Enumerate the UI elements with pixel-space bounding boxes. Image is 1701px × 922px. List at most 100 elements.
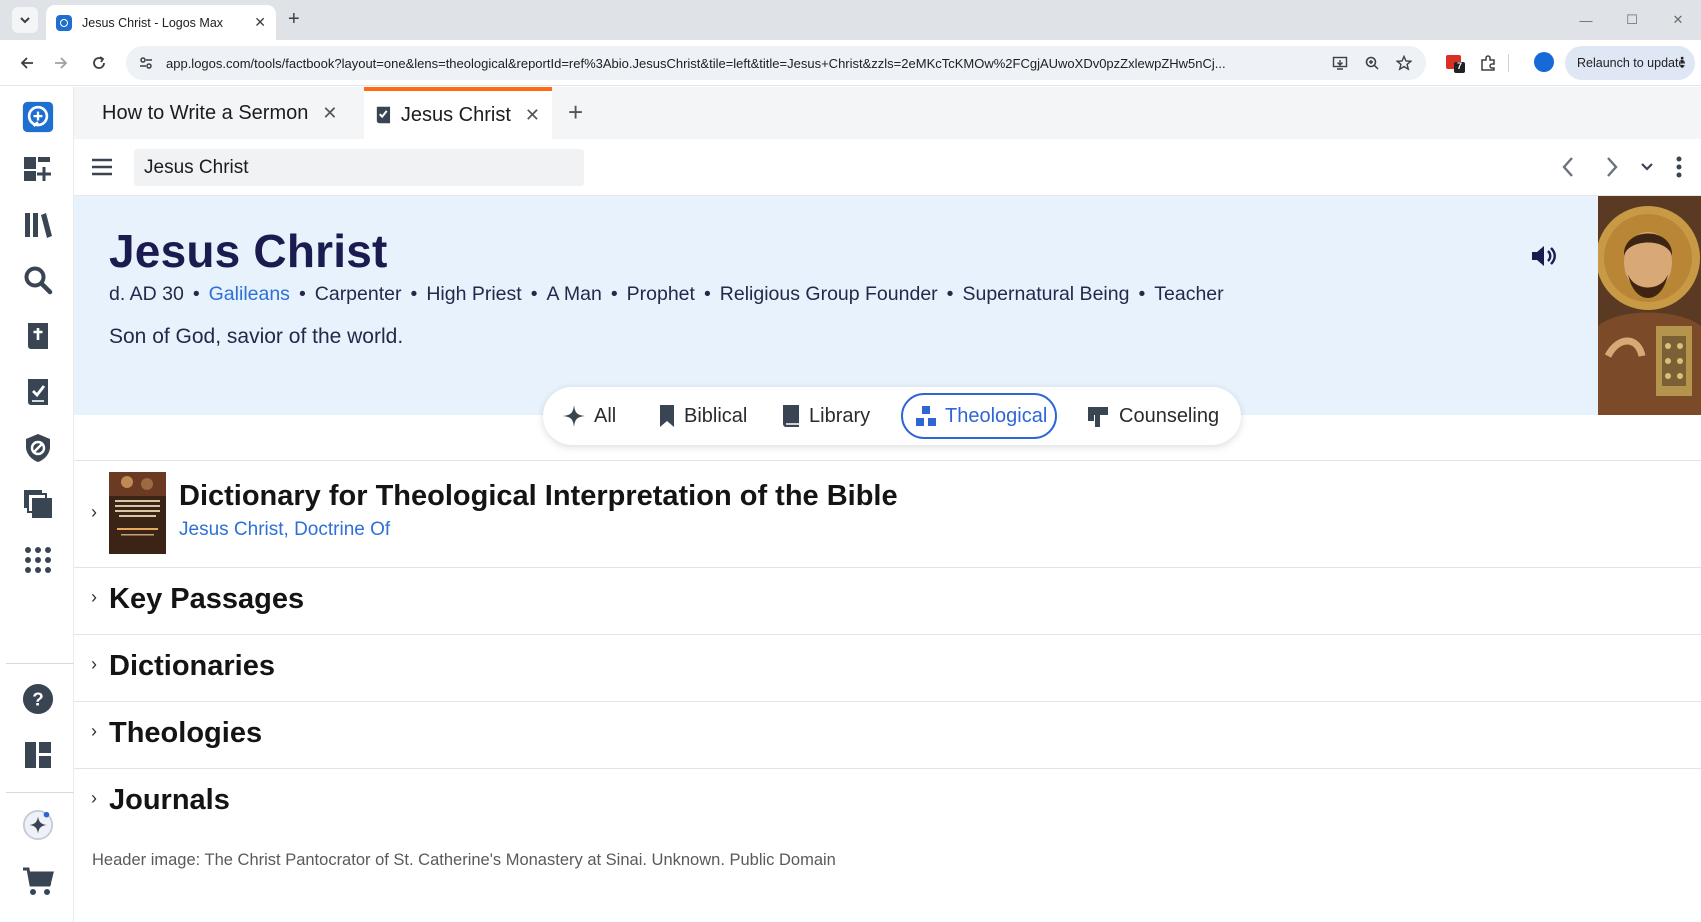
search-button[interactable] [22, 264, 54, 296]
factbook-icon [376, 106, 391, 124]
browser-tab-title: Jesus Christ - Logos Max [82, 15, 224, 30]
section-divider [74, 460, 1701, 461]
section-divider [74, 634, 1701, 635]
store-button[interactable] [22, 865, 54, 897]
extensions-puzzle-icon[interactable] [1477, 52, 1499, 74]
extension-badge-count: 7 [1457, 61, 1463, 71]
lens-biblical[interactable]: Biblical [646, 393, 759, 439]
address-bar[interactable]: app.logos.com/tools/factbook?layout=one&… [126, 46, 1426, 80]
logos-home-button[interactable] [22, 101, 54, 133]
panel-options-button[interactable] [1665, 153, 1693, 181]
forward-button[interactable] [48, 50, 74, 76]
guides-button[interactable] [22, 432, 54, 464]
lens-library[interactable]: Library [769, 393, 882, 439]
more-vertical-icon[interactable]: ⋮ [1675, 54, 1689, 71]
library-button[interactable] [22, 209, 54, 241]
chevron-right-icon[interactable]: › [91, 788, 97, 809]
section-divider [74, 768, 1701, 769]
close-icon[interactable]: ✕ [525, 105, 540, 126]
minimize-button[interactable]: — [1563, 0, 1609, 40]
chevron-right-icon[interactable]: › [91, 654, 97, 675]
history-dropdown-button[interactable] [1633, 153, 1661, 181]
chevron-left-icon [1562, 157, 1573, 177]
apps-button[interactable] [22, 544, 54, 576]
cart-icon [23, 867, 54, 895]
maximize-button[interactable]: ☐ [1609, 0, 1655, 40]
bookmark-star-icon[interactable] [1394, 53, 1414, 73]
chevron-right-icon[interactable]: › [91, 721, 97, 742]
library-icon [25, 213, 52, 238]
lens-counseling[interactable]: Counseling [1073, 393, 1231, 439]
lens-label: Biblical [684, 404, 748, 427]
site-settings-icon[interactable] [138, 55, 154, 71]
add-tab-button[interactable]: + [568, 97, 583, 128]
bible-button[interactable] [22, 320, 54, 352]
pronunciation-button[interactable] [1530, 244, 1558, 268]
attribute-link-galileans[interactable]: Galileans [209, 283, 290, 305]
section-key-passages[interactable]: Key Passages [109, 583, 304, 616]
back-button[interactable] [14, 50, 40, 76]
documents-icon [24, 490, 52, 518]
death-date: d. AD 30 [109, 283, 184, 305]
profile-avatar[interactable] [1534, 52, 1554, 72]
ai-assistant-button[interactable] [22, 809, 54, 841]
lens-all[interactable]: All [550, 393, 628, 439]
zoom-icon[interactable] [1362, 53, 1382, 73]
bullet-separator: • [703, 283, 711, 305]
book-cover-image[interactable] [109, 472, 166, 554]
close-icon[interactable]: ✕ [254, 14, 266, 31]
panel-menu-button[interactable] [90, 155, 114, 179]
relaunch-label: Relaunch to update [1577, 56, 1686, 70]
window-controls: — ☐ ✕ [1563, 0, 1701, 40]
relaunch-button[interactable]: Relaunch to update ⋮ [1565, 46, 1695, 80]
new-tab-button[interactable]: + [288, 8, 300, 30]
dashboard-add-button[interactable] [22, 153, 54, 185]
close-icon[interactable]: ✕ [322, 103, 337, 124]
lens-label: Theological [945, 404, 1048, 427]
help-button[interactable]: ? [22, 683, 54, 715]
tab-jesus-christ[interactable]: Jesus Christ ✕ [364, 87, 552, 139]
page-title: Jesus Christ [109, 225, 388, 277]
history-back-button[interactable] [1554, 153, 1582, 181]
factbook-button[interactable] [22, 376, 54, 408]
attribute-prophet: Prophet [626, 283, 695, 305]
history-forward-button[interactable] [1598, 153, 1626, 181]
tab-search-button[interactable] [12, 7, 38, 33]
christ-pantocrator-image [1598, 196, 1701, 415]
close-window-button[interactable]: ✕ [1655, 0, 1701, 40]
attribute-supernatural-being: Supernatural Being [962, 283, 1130, 305]
factbook-search-input[interactable] [134, 149, 584, 186]
chevron-right-icon[interactable]: › [91, 502, 97, 523]
lens-label: Counseling [1119, 404, 1220, 427]
browser-tab[interactable]: Jesus Christ - Logos Max ✕ [46, 5, 276, 40]
section-divider [74, 567, 1701, 568]
extension-badge-icon[interactable]: 7 [1444, 52, 1466, 74]
attribute-high-priest: High Priest [426, 283, 522, 305]
tab-title: How to Write a Sermon [102, 101, 309, 124]
more-vertical-icon [1676, 156, 1682, 178]
bible-icon [28, 323, 48, 349]
lens-theological[interactable]: Theological [901, 393, 1057, 439]
reload-button[interactable] [86, 50, 112, 76]
resource-title-link[interactable]: Dictionary for Theological Interpretatio… [179, 480, 898, 513]
logos-sidebar: ? [0, 87, 74, 922]
section-journals[interactable]: Journals [109, 784, 230, 817]
tab-how-to-write-a-sermon[interactable]: How to Write a Sermon ✕ [80, 87, 340, 139]
attribute-religious-group-founder: Religious Group Founder [719, 283, 938, 305]
bullet-separator: • [298, 283, 306, 305]
section-dictionaries[interactable]: Dictionaries [109, 650, 275, 683]
documents-button[interactable] [22, 488, 54, 520]
attribute-a-man: A Man [546, 283, 602, 305]
panel-header [74, 139, 1701, 196]
chevron-down-icon [20, 17, 30, 24]
section-theologies[interactable]: Theologies [109, 717, 262, 750]
layouts-button[interactable] [22, 739, 54, 771]
logos-logo-icon [22, 101, 54, 133]
toolbar-divider [1508, 54, 1509, 72]
install-app-icon[interactable] [1330, 53, 1350, 73]
lens-selector: All Biblical Library Theological Counsel… [543, 387, 1241, 445]
url-text[interactable]: app.logos.com/tools/factbook?layout=one&… [166, 56, 1318, 71]
sparkle-circle-icon [22, 809, 54, 841]
article-link[interactable]: Jesus Christ, Doctrine Of [179, 519, 390, 541]
chevron-right-icon[interactable]: › [91, 587, 97, 608]
